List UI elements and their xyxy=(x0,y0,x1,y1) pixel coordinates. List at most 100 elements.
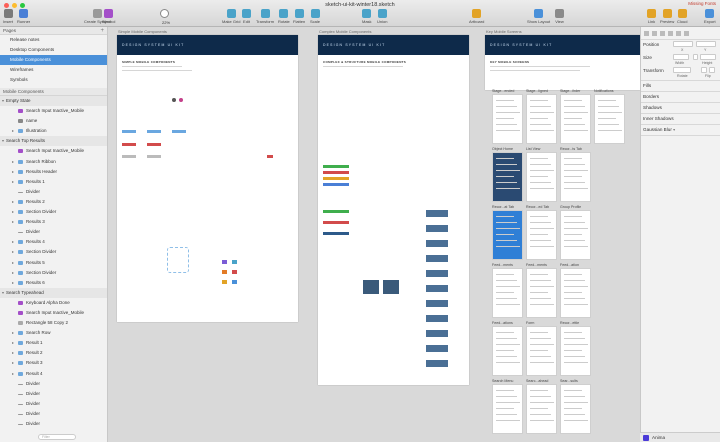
phone-screen-label[interactable]: Object Home xyxy=(492,147,513,151)
disclosure-closed-icon[interactable]: ▸ xyxy=(12,369,14,379)
disclosure-closed-icon[interactable]: ▸ xyxy=(12,348,14,358)
disclosure-closed-icon[interactable]: ▸ xyxy=(12,278,14,288)
artboard-label-complex[interactable]: Complex Mobile Components xyxy=(319,29,371,34)
disclosure-closed-icon[interactable]: ▸ xyxy=(12,126,14,136)
anima-plugin-bar[interactable]: Anima xyxy=(640,432,720,442)
layer-row[interactable]: ▸ Section Divider xyxy=(0,207,107,217)
y-field[interactable] xyxy=(696,41,716,47)
phone-screen-thumbnail[interactable] xyxy=(526,384,557,434)
show-layout-button[interactable]: Show Layout xyxy=(527,9,550,24)
layer-row[interactable]: ▸ Result 2 xyxy=(0,348,107,358)
layer-row[interactable]: ▸ Result 4 xyxy=(0,369,107,379)
disclosure-closed-icon[interactable]: ▸ xyxy=(12,197,14,207)
phone-screen-label[interactable]: Stage...ended xyxy=(492,89,514,93)
phone-screen-thumbnail[interactable] xyxy=(560,210,591,260)
shadows-section[interactable]: Shadows xyxy=(643,105,662,110)
gaussian-blur-section[interactable]: Gaussian Blur ▾ xyxy=(643,127,675,132)
layer-row[interactable]: ▸ Section Divider xyxy=(0,247,107,257)
phone-screen-thumbnail[interactable] xyxy=(526,152,557,202)
link-button[interactable]: Link xyxy=(647,9,656,24)
layer-row[interactable]: ▸ Search Row xyxy=(0,328,107,338)
layer-row[interactable]: ▾ Empty State xyxy=(0,96,107,107)
scale-button[interactable]: Scale xyxy=(310,9,320,24)
phone-screen-thumbnail[interactable] xyxy=(492,210,523,260)
disclosure-closed-icon[interactable]: ▸ xyxy=(12,338,14,348)
missing-fonts-warning[interactable]: Missing Fonts xyxy=(688,1,716,6)
borders-section[interactable]: Borders xyxy=(643,94,659,99)
artboard-button[interactable]: Artboard xyxy=(469,9,484,24)
phone-screen-thumbnail[interactable] xyxy=(492,384,523,434)
artboard-key-mobile-screens[interactable]: DESIGN SYSTEM UI KIT KEY MOBILE SCREENS xyxy=(485,35,640,90)
disclosure-closed-icon[interactable]: ▸ xyxy=(12,177,14,187)
phone-screen-thumbnail[interactable] xyxy=(560,152,591,202)
align-left-icon[interactable] xyxy=(644,31,649,36)
phone-screen-label[interactable]: List View xyxy=(526,147,540,151)
layer-row[interactable]: ▸ Section Divider xyxy=(0,268,107,278)
width-field[interactable] xyxy=(673,54,689,60)
phone-screen-label[interactable]: Recor...at Tab xyxy=(492,205,514,209)
phone-screen-label[interactable]: Searc...ahead xyxy=(526,379,548,383)
make-grid-button[interactable]: Make Grid xyxy=(222,9,240,24)
symbol-menu-button[interactable]: Symbol xyxy=(102,9,115,24)
layer-row[interactable]: ▸ Results 2 xyxy=(0,197,107,207)
inner-shadows-section[interactable]: Inner Shadows xyxy=(643,116,674,121)
phone-screen-thumbnail[interactable] xyxy=(526,210,557,260)
layer-row[interactable]: ▸ Results Header xyxy=(0,167,107,177)
flatten-button[interactable]: Flatten xyxy=(293,9,305,24)
layer-row[interactable]: ▾ Search Typeahead xyxy=(0,287,107,298)
phone-screen-thumbnail[interactable] xyxy=(594,94,625,144)
export-button[interactable]: Export xyxy=(704,9,716,24)
transform-button[interactable]: Transform xyxy=(256,9,274,24)
align-bottom-icon[interactable] xyxy=(684,31,689,36)
layer-row[interactable]: ▸ Results 1 xyxy=(0,177,107,187)
layer-row[interactable]: ▸ Result 3 xyxy=(0,358,107,368)
page-item[interactable]: Desktop Components xyxy=(0,45,107,55)
layer-row[interactable]: ▸ Illustration xyxy=(0,126,107,136)
fills-section[interactable]: Fills xyxy=(643,83,651,88)
x-field[interactable] xyxy=(673,41,693,47)
phone-screen-label[interactable]: Form xyxy=(526,321,534,325)
align-top-icon[interactable] xyxy=(668,31,673,36)
phone-screen-thumbnail[interactable] xyxy=(560,326,591,376)
phone-screen-label[interactable]: Recor...ettle xyxy=(560,321,579,325)
layer-row[interactable]: name xyxy=(0,116,107,126)
layer-row[interactable]: Keyboard Alpha Done xyxy=(0,298,107,308)
disclosure-open-icon[interactable]: ▾ xyxy=(2,96,4,106)
layer-row[interactable]: Search Input Inactive_Mobile xyxy=(0,106,107,116)
disclosure-closed-icon[interactable]: ▸ xyxy=(12,157,14,167)
cloud-button[interactable]: Cloud xyxy=(677,9,687,24)
disclosure-closed-icon[interactable]: ▸ xyxy=(12,167,14,177)
phone-screen-label[interactable]: Search Menu xyxy=(492,379,513,383)
canvas[interactable]: Simple Mobile Components DESIGN SYSTEM U… xyxy=(109,27,640,442)
disclosure-closed-icon[interactable]: ▸ xyxy=(12,247,14,257)
add-page-icon[interactable]: + xyxy=(100,27,104,35)
flip-horizontal-button[interactable] xyxy=(701,67,707,73)
height-field[interactable] xyxy=(700,54,716,60)
phone-screen-thumbnail[interactable] xyxy=(526,94,557,144)
layer-row[interactable]: Divider xyxy=(0,399,107,409)
page-item[interactable]: Mobile Components xyxy=(0,55,107,65)
phone-screen-label[interactable]: Recor...ed Tab xyxy=(526,205,549,209)
phone-screen-thumbnail[interactable] xyxy=(560,94,591,144)
align-middle-icon[interactable] xyxy=(676,31,681,36)
disclosure-closed-icon[interactable]: ▸ xyxy=(12,328,14,338)
layer-row[interactable]: Divider xyxy=(0,187,107,197)
layer-row[interactable]: ▾ Search Top Results xyxy=(0,136,107,147)
layer-row[interactable]: ▸ Results 5 xyxy=(0,258,107,268)
phone-screen-label[interactable]: Stage...ligned xyxy=(526,89,548,93)
layer-row[interactable]: Rectangle 58 Copy 2 xyxy=(0,318,107,328)
phone-screen-label[interactable]: Sear...sults xyxy=(560,379,578,383)
phone-screen-label[interactable]: Recor...ts Tab xyxy=(560,147,582,151)
phone-screen-label[interactable]: Feed...ations xyxy=(492,321,513,325)
flip-vertical-button[interactable] xyxy=(709,67,715,73)
disclosure-closed-icon[interactable]: ▸ xyxy=(12,358,14,368)
phone-screen-label[interactable]: Stage...ihder xyxy=(560,89,580,93)
phone-screen-label[interactable]: Feed...ation xyxy=(560,263,579,267)
artboard-simple-mobile-components[interactable]: DESIGN SYSTEM UI KIT SIMPLE MOBILE COMPO… xyxy=(117,35,298,322)
disclosure-open-icon[interactable]: ▾ xyxy=(2,288,4,298)
layer-row[interactable]: Divider xyxy=(0,419,107,429)
disclosure-closed-icon[interactable]: ▸ xyxy=(12,237,14,247)
phone-screen-thumbnail[interactable] xyxy=(492,152,523,202)
rotate-field[interactable] xyxy=(673,67,691,73)
edit-button[interactable]: Edit xyxy=(242,9,251,24)
